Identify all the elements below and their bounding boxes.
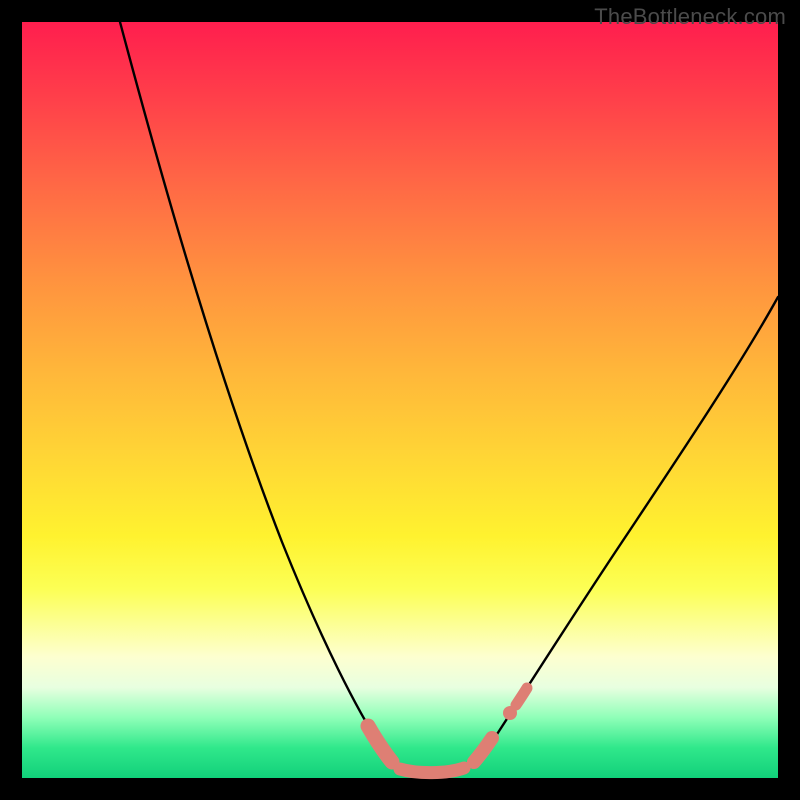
salmon-dot-right-2b [516,688,527,705]
salmon-segment-bottom [400,768,464,773]
salmon-segment-right-1 [474,738,492,762]
chart-frame: TheBottleneck.com [0,0,800,800]
watermark-text: TheBottleneck.com [594,4,786,30]
curve-layer [22,22,778,778]
salmon-segment-left [368,726,392,762]
plot-area [22,22,778,778]
left-branch-curve [120,22,382,748]
